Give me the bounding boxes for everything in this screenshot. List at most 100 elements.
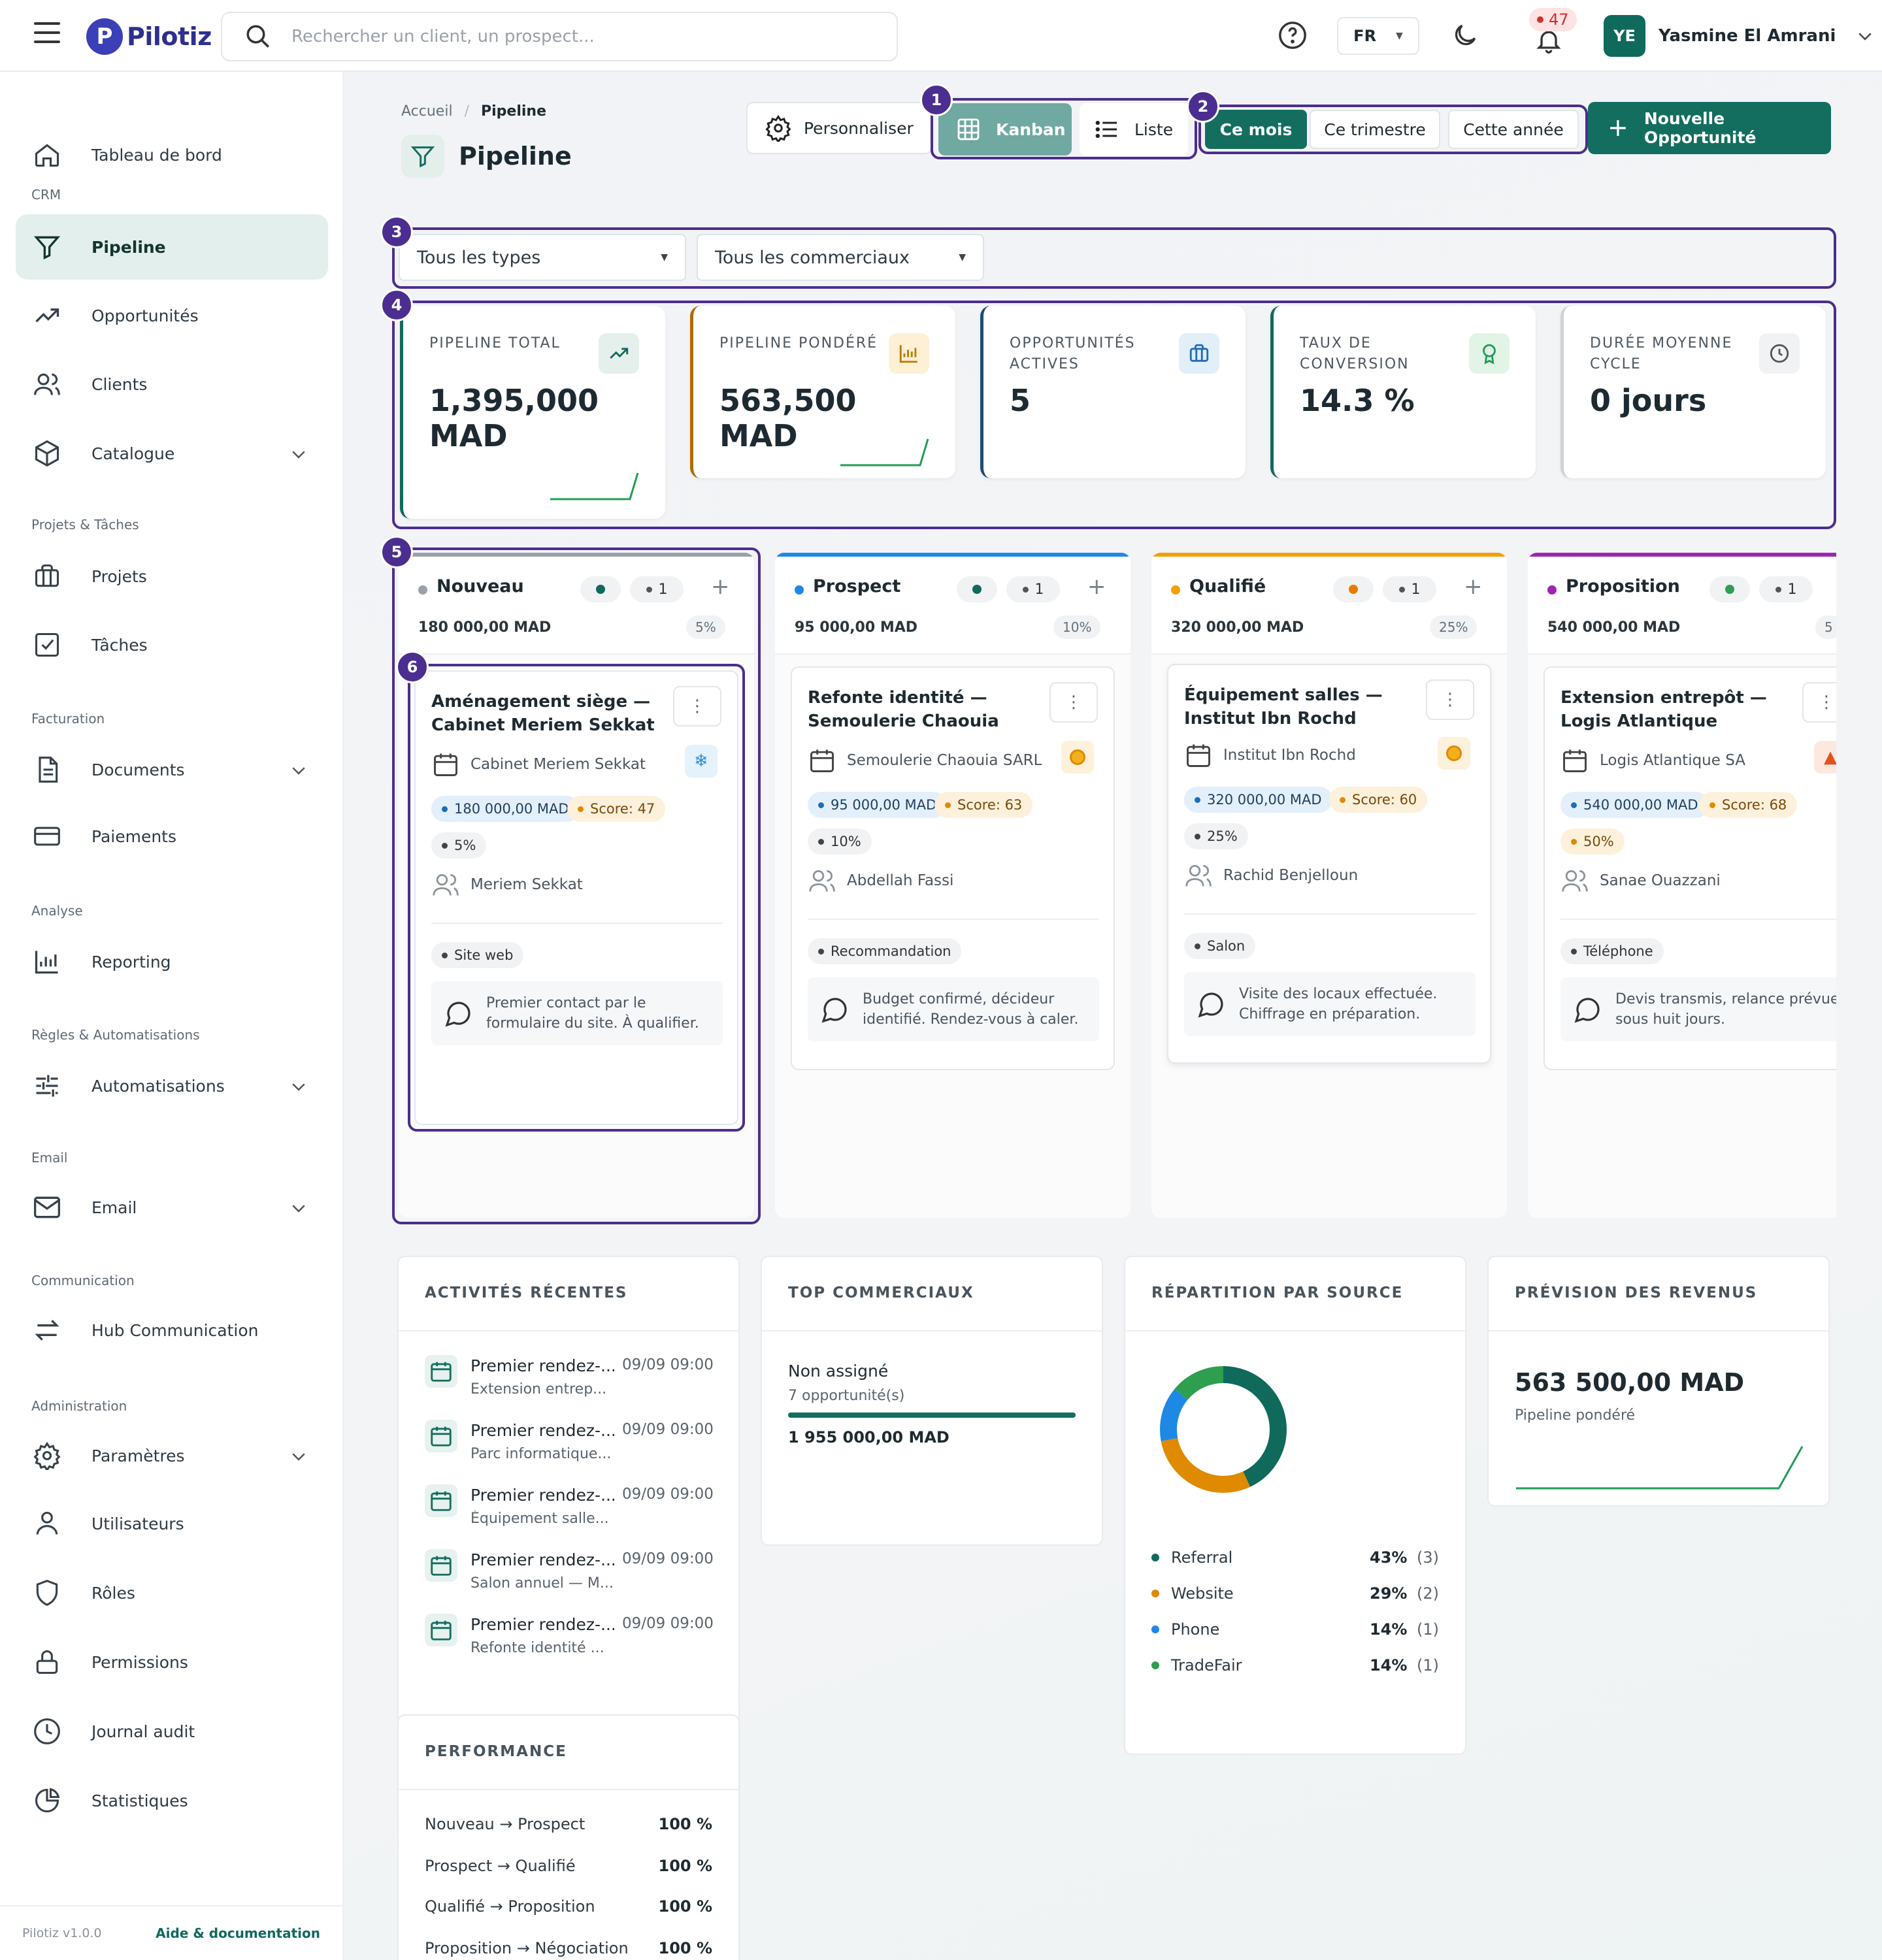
activity-item[interactable]: Premier rendez-... 09/09 09:00 Équipement …: [425, 1484, 714, 1543]
sidebar-item-journal-audit[interactable]: Journal audit: [16, 1699, 328, 1764]
sidebar-item-reporting[interactable]: Reporting: [16, 929, 328, 994]
sidebar-item-pipeline[interactable]: Pipeline: [16, 214, 328, 280]
sidebar-item-parametres[interactable]: Paramètres: [16, 1423, 328, 1488]
sidebar-item-roles[interactable]: Rôles: [16, 1560, 328, 1625]
chevron-down-icon[interactable]: [289, 760, 308, 780]
search-bar[interactable]: [221, 12, 898, 61]
help-link[interactable]: Aide & documentation: [156, 1925, 320, 1941]
sidebar-item-paiements[interactable]: Paiements: [16, 804, 328, 869]
period-year-button[interactable]: Cette année: [1448, 110, 1579, 149]
card-note: Premier contact par le formulaire du sit…: [431, 981, 723, 1045]
column-probability: 5: [1815, 615, 1836, 639]
sidebar-item-statistiques[interactable]: Statistiques: [16, 1768, 328, 1833]
column-status-pill: [580, 576, 621, 602]
card-divider: [1184, 913, 1476, 915]
probability-tag: 50%: [1560, 828, 1625, 855]
more-vertical-icon[interactable]: ⋮: [673, 686, 721, 727]
activity-title: Premier rendez-...: [470, 1615, 614, 1634]
app-logo[interactable]: P Pilotiz: [86, 17, 212, 56]
sidebar-item-opportunites[interactable]: Opportunités: [16, 283, 328, 348]
column-dot: [1547, 585, 1557, 595]
moon-icon[interactable]: [1447, 17, 1483, 54]
sidebar-item-taches[interactable]: Tâches: [16, 612, 328, 678]
language-select[interactable]: FR ▼: [1337, 17, 1419, 55]
opportunity-card[interactable]: Extension entrepôt — Logis Atlantique ⋮ …: [1544, 666, 1836, 1070]
chevron-down-icon[interactable]: [289, 1077, 308, 1096]
help-icon[interactable]: [1274, 17, 1311, 54]
performance-panel: PERFORMANCE Nouveau → Prospect 100 % Pros…: [397, 1714, 740, 1960]
add-card-icon[interactable]: +: [1464, 574, 1483, 600]
list-view-button[interactable]: Liste: [1080, 103, 1188, 155]
sidebar-item-email[interactable]: Email: [16, 1175, 328, 1240]
section-label: Règles & Automatisations: [31, 1027, 200, 1043]
sidebar-item-label: Tableau de bord: [91, 145, 222, 165]
source-percent: 29%: [1370, 1584, 1408, 1603]
score-tag: Score: 63: [934, 792, 1033, 818]
bar-chart-icon: [889, 333, 929, 374]
chevron-down-icon[interactable]: [289, 1198, 308, 1218]
period-month-button[interactable]: Ce mois: [1205, 110, 1307, 149]
add-card-icon[interactable]: +: [711, 574, 730, 600]
type-filter-value: Tous les types: [417, 247, 541, 268]
customize-button[interactable]: Personnaliser: [746, 102, 932, 154]
panel-title: RÉPARTITION PAR SOURCE: [1151, 1284, 1404, 1301]
chevron-down-icon[interactable]: [289, 444, 308, 464]
bar-chart-icon: [31, 946, 63, 977]
user-menu[interactable]: YE Yasmine El Amrani: [1604, 14, 1875, 57]
opportunity-card[interactable]: Refonte identité — Semoulerie Chaouia ⋮ …: [791, 666, 1115, 1070]
probability-tag: 10%: [808, 828, 872, 855]
column-dot: [418, 585, 427, 595]
notification-badge[interactable]: 47: [1529, 8, 1577, 31]
sidebar-item-automatisations[interactable]: Automatisations: [16, 1053, 328, 1119]
more-vertical-icon[interactable]: ⋮: [1049, 682, 1098, 723]
search-input[interactable]: [291, 27, 880, 46]
sidebar-item-documents[interactable]: Documents: [16, 737, 328, 802]
activity-item[interactable]: Premier rendez-... 09/09 09:00 Parc inform…: [425, 1420, 714, 1478]
sales-rep-count: 7 opportunité(s): [788, 1388, 905, 1404]
sidebar-item-projets[interactable]: Projets: [16, 544, 328, 609]
users-icon: [31, 368, 63, 400]
caret-down-icon: ▼: [959, 252, 966, 263]
opportunity-card[interactable]: Aménagement siège — Cabinet Meriem Sekka…: [414, 670, 738, 1125]
new-opportunity-button[interactable]: Nouvelle Opportunité: [1588, 102, 1831, 154]
activity-title: Premier rendez-...: [470, 1486, 614, 1505]
sidebar-item-label: Pipeline: [91, 237, 166, 257]
section-label: Communication: [31, 1273, 135, 1288]
score-tag: Score: 68: [1699, 792, 1798, 818]
kanban-label: Kanban: [996, 120, 1066, 139]
panel-title: PERFORMANCE: [425, 1743, 567, 1760]
activity-item[interactable]: Premier rendez-... 09/09 09:00 Salon annue…: [425, 1549, 714, 1608]
sidebar-item-catalogue[interactable]: Catalogue: [16, 421, 328, 486]
sales-filter-select[interactable]: Tous les commerciaux ▼: [697, 234, 984, 281]
kpi-card-pipeline-total: PIPELINE TOTAL 1,395,000 MAD: [400, 306, 665, 519]
period-quarter-button[interactable]: Ce trimestre: [1310, 110, 1440, 149]
chevron-down-icon[interactable]: [289, 1446, 308, 1466]
column-count-pill: 1: [630, 576, 684, 602]
activity-item[interactable]: Premier rendez-... 09/09 09:00 Extension e…: [425, 1355, 714, 1414]
sidebar-item-permissions[interactable]: Permissions: [16, 1629, 328, 1695]
source-count: (2): [1417, 1584, 1439, 1603]
sidebar-item-utilisateurs[interactable]: Utilisateurs: [16, 1491, 328, 1556]
more-vertical-icon[interactable]: ⋮: [1802, 682, 1836, 723]
gear-icon: [765, 114, 791, 142]
amount-tag: 320 000,00 MAD: [1184, 787, 1332, 813]
menu-icon[interactable]: [34, 22, 60, 44]
calendar-icon: [425, 1484, 457, 1517]
sidebar-item-hub-communication[interactable]: Hub Communication: [16, 1298, 328, 1363]
source-percent: 14%: [1370, 1620, 1408, 1639]
card-company: Institut Ibn Rochd: [1184, 741, 1356, 770]
forecast-value: 563 500,00 MAD: [1515, 1368, 1745, 1397]
column-title: Qualifié: [1189, 576, 1266, 596]
more-vertical-icon[interactable]: ⋮: [1426, 679, 1474, 720]
type-filter-select[interactable]: Tous les types ▼: [399, 234, 686, 281]
sidebar-item-clients[interactable]: Clients: [16, 351, 328, 417]
kpi-value: 0 jours: [1590, 383, 1707, 418]
kanban-view-button[interactable]: Kanban: [938, 103, 1072, 155]
sidebar-item-tableau-de-bord[interactable]: Tableau de bord: [16, 122, 328, 188]
opportunity-card[interactable]: Équipement salles — Institut Ibn Rochd ⋮…: [1167, 664, 1491, 1064]
activity-item[interactable]: Premier rendez-... 09/09 09:00 Refonte ide…: [425, 1614, 714, 1673]
legend-dot: [1151, 1554, 1159, 1561]
source-percent: 43%: [1370, 1548, 1408, 1567]
add-card-icon[interactable]: +: [1087, 574, 1106, 600]
breadcrumb-home[interactable]: Accueil: [401, 103, 453, 120]
